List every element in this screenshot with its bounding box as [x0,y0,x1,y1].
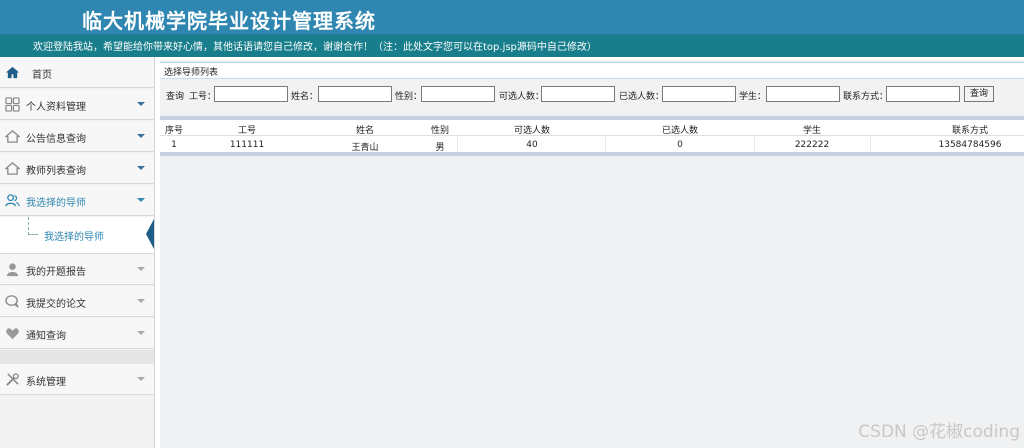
tree-line [28,217,29,235]
sidebar: 首页 个人资料管理 公告信息查询 教师列表查询 我选择的导师 我选择的导师 我的… [0,57,155,448]
sidebar-item-notices[interactable]: 通知查询 [0,318,154,349]
chevron-down-icon [137,102,145,106]
column-divider [605,136,606,152]
chevron-down-icon [137,166,145,170]
chevron-down-icon [137,267,145,271]
submenu-my-advisor: 我选择的导师 [0,217,154,254]
field-label-gender: 性别： [395,92,423,102]
results-table: 序号 工号 姓名 性别 可选人数 已选人数 学生 联系方式 1 111111 王… [160,120,1024,156]
contact-input[interactable] [886,86,960,102]
id-input[interactable] [214,86,288,102]
chevron-down-icon [137,299,145,303]
panel-header: 选择导师列表 [160,62,1024,79]
sidebar-item-label: 首页 [32,70,52,81]
notice-bar: 欢迎登陆我站，希望能给你带来好心情，其他话语请您自己修改，谢谢合作！（注：此处文… [0,34,1024,57]
sidebar-item-proposal[interactable]: 我的开题报告 [0,254,154,285]
field-label-student: 学生： [739,92,767,102]
field-label-selected: 已选人数： [619,92,665,102]
users-icon [5,194,20,207]
house-icon [5,162,20,175]
table-cell: 40 [526,140,538,150]
sidebar-item-label: 通知查询 [26,331,66,342]
chevron-down-icon [137,331,145,335]
app-header: 临大机械学院毕业设计管理系统 欢迎登陆我站，希望能给你带来好心情，其他话语请您自… [0,0,1024,57]
table-cell: 13584784596 [938,140,1002,150]
field-label-id: 工号： [189,92,217,102]
sidebar-divider [0,350,154,364]
sidebar-item-profile[interactable]: 个人资料管理 [0,89,154,120]
table-cell: 111111 [229,140,265,150]
sidebar-item-announcements[interactable]: 公告信息查询 [0,121,154,152]
sidebar-item-label: 我提交的论文 [26,299,86,310]
sidebar-item-label: 我的开题报告 [26,267,86,278]
search-button[interactable]: 查询 [964,86,994,102]
field-label-capacity: 可选人数： [499,92,545,102]
sidebar-item-label: 公告信息查询 [26,134,86,145]
sidebar-item-label: 教师列表查询 [26,166,86,177]
heart-icon [6,328,19,340]
chevron-down-icon [137,198,145,202]
tree-line [28,234,38,235]
panel-title: 选择导师列表 [164,68,219,78]
sidebar-item-system[interactable]: 系统管理 [0,364,154,395]
name-input[interactable] [318,86,392,102]
watermark: CSDN @花椒coding [858,422,1020,442]
sidebar-item-my-advisor[interactable]: 我选择的导师 [0,185,154,216]
sidebar-item-thesis[interactable]: 我提交的论文 [0,286,154,317]
capacity-input[interactable] [541,86,615,102]
table-cell: 222222 [794,140,830,150]
row-divider [160,135,1024,136]
student-input[interactable] [766,86,840,102]
submenu-item-my-advisor[interactable]: 我选择的导师 [44,228,104,243]
notice-text: 欢迎登陆我站，希望能给你带来好心情，其他话语请您自己修改，谢谢合作！（注：此处文… [33,42,597,53]
sidebar-item-teachers[interactable]: 教师列表查询 [0,153,154,184]
chevron-down-icon [137,377,145,381]
tools-icon [6,373,19,386]
gender-input[interactable] [421,86,495,102]
sidebar-item-label: 系统管理 [26,377,66,388]
app-title: 临大机械学院毕业设计管理系统 [82,9,376,33]
sidebar-item-home[interactable]: 首页 [0,57,154,88]
home-icon [5,66,20,79]
chevron-down-icon [137,134,145,138]
main-content: 选择导师列表 查询 工号： 姓名： 性别： 可选人数： 已选人数： 学生： 联系… [160,60,1024,448]
column-divider [754,136,755,152]
field-label-contact: 联系方式： [843,92,889,102]
table-cell: 0 [677,140,683,150]
search-form: 查询 工号： 姓名： 性别： 可选人数： 已选人数： 学生： 联系方式： 查询 [160,81,1024,111]
user-icon [6,263,19,277]
query-label: 查询 [166,92,185,102]
sidebar-item-label: 我选择的导师 [26,198,86,209]
grid-icon [5,97,20,112]
field-label-name: 姓名： [291,92,319,102]
column-divider [870,136,871,152]
house-icon [5,130,20,143]
chat-icon [5,295,19,308]
table-bottom-border [160,152,1024,156]
column-divider [457,136,458,152]
active-indicator-arrow [146,219,154,249]
selected-input[interactable] [662,86,736,102]
sidebar-item-label: 个人资料管理 [26,102,86,113]
table-cell: 1 [171,140,177,150]
